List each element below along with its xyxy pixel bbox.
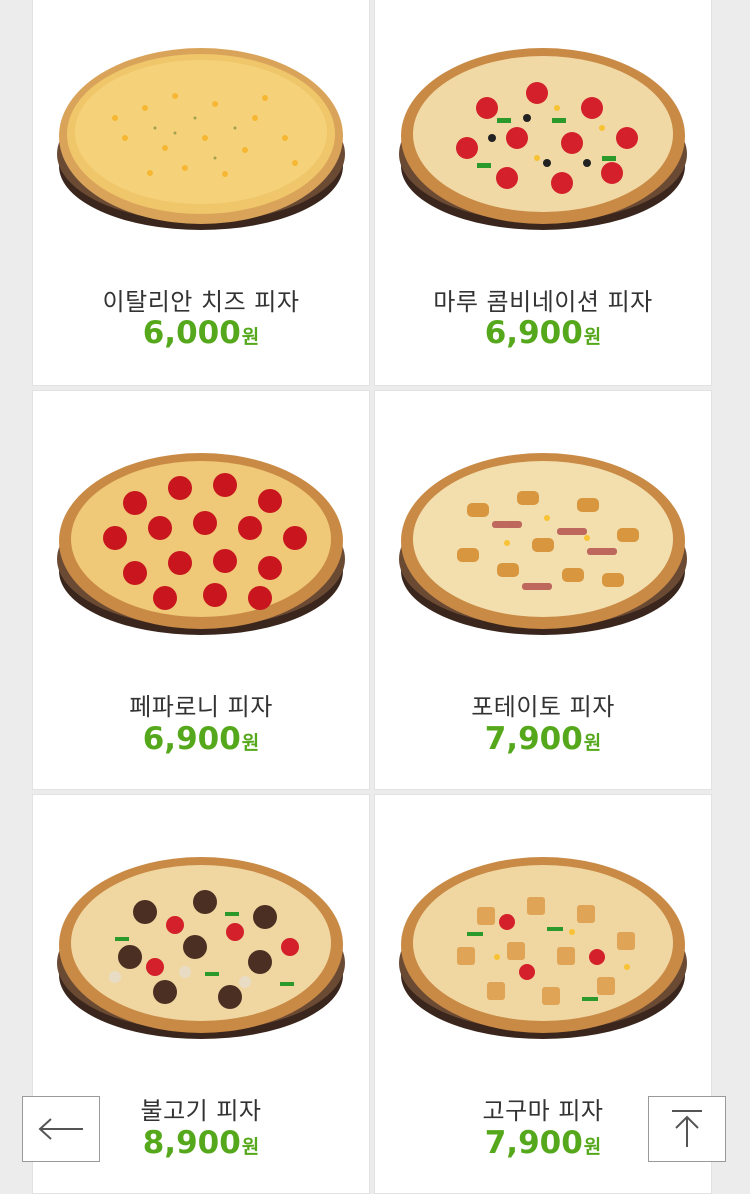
pizza-image bbox=[57, 453, 345, 635]
pizza-image bbox=[57, 857, 345, 1039]
pizza-name: 페파로니 피자 bbox=[129, 693, 273, 721]
pizza-name: 이탈리안 치즈 피자 bbox=[102, 288, 300, 316]
menu-item-pepperoni-pizza[interactable]: 페파로니 피자 6,900원 bbox=[32, 390, 370, 790]
pizza-menu-grid: 이탈리안 치즈 피자 6,000원 마루 콤비네이션 피자 6,900원 페파로… bbox=[0, 0, 750, 1194]
pizza-price: 6,900원 bbox=[142, 721, 260, 757]
arrow-left-icon bbox=[38, 1118, 83, 1140]
menu-item-italian-cheese-pizza[interactable]: 이탈리안 치즈 피자 6,000원 bbox=[32, 0, 370, 386]
arrow-up-to-top-icon bbox=[672, 1110, 702, 1147]
pizza-price: 6,900원 bbox=[484, 315, 602, 351]
pizza-image bbox=[57, 48, 345, 230]
pizza-image bbox=[399, 48, 687, 230]
scroll-to-top-button[interactable] bbox=[648, 1096, 726, 1162]
pizza-name: 마루 콤비네이션 피자 bbox=[433, 288, 653, 316]
pizza-price: 6,000원 bbox=[142, 315, 260, 351]
pizza-image bbox=[399, 453, 687, 635]
pizza-name: 포테이토 피자 bbox=[471, 693, 615, 721]
pizza-image bbox=[399, 857, 687, 1039]
back-button[interactable] bbox=[22, 1096, 100, 1162]
menu-item-potato-pizza[interactable]: 포테이토 피자 7,900원 bbox=[374, 390, 712, 790]
menu-item-maru-combination-pizza[interactable]: 마루 콤비네이션 피자 6,900원 bbox=[374, 0, 712, 386]
pizza-price: 7,900원 bbox=[484, 721, 602, 757]
